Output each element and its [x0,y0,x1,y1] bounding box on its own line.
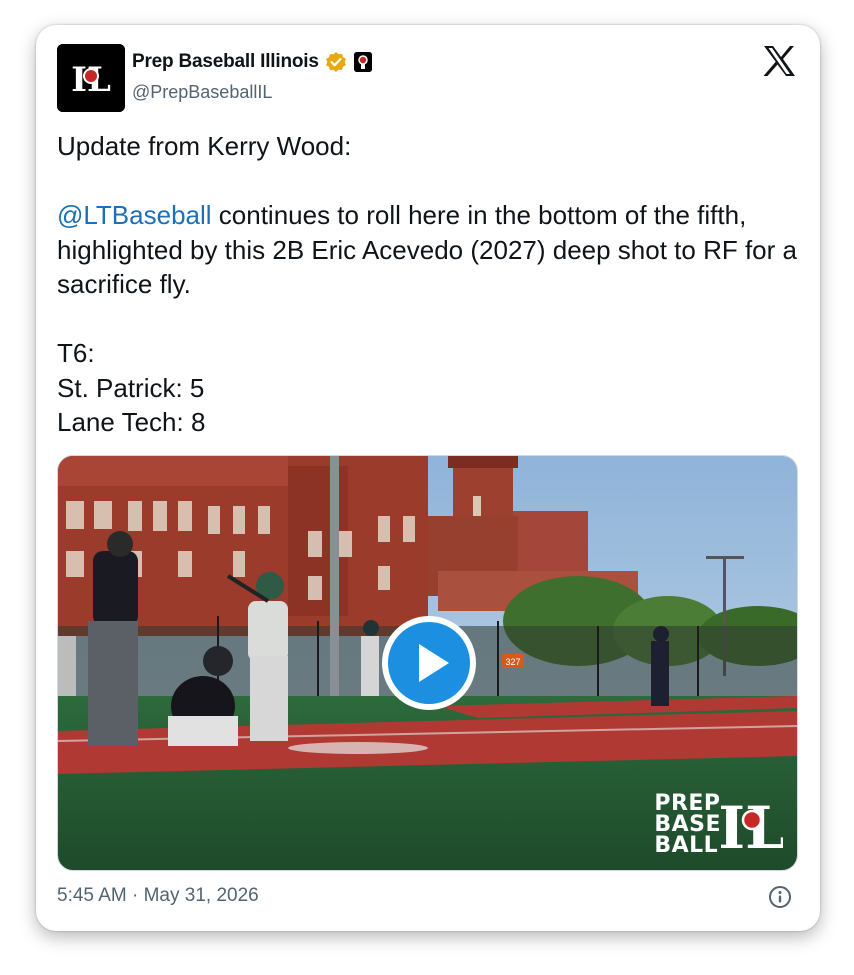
info-icon[interactable] [768,885,792,909]
field-sign: 327 [505,657,520,667]
mention-link[interactable]: @LTBaseball [57,200,212,230]
x-logo-icon[interactable] [762,45,796,77]
tweet-intro: Update from Kerry Wood: [57,131,352,161]
play-icon [388,622,470,704]
tweet-card: IL Prep Baseball Illinois @PrepBaseballI… [36,25,820,931]
account-handle[interactable]: @PrepBaseballIL [132,82,272,103]
tweet-timestamp[interactable]: 5:45 AM · May 31, 2026 [57,885,259,907]
video-player[interactable]: 327 PREP BASE BALL IL [57,455,798,871]
score-line: T6: [57,338,95,368]
avatar[interactable]: IL [57,44,125,112]
name-row: Prep Baseball Illinois [132,49,372,75]
tweet-text: Update from Kerry Wood: @LTBaseball cont… [57,129,797,440]
watermark-line: BASE [654,811,721,837]
watermark-logo-icon: IL [721,794,783,856]
avatar-logo: IL [57,44,125,112]
video-watermark: PREP BASE BALL IL [654,792,783,856]
verified-badge-icon [325,51,347,73]
score-line: Lane Tech: 8 [57,407,206,437]
watermark-line: BALL [654,832,719,858]
watermark-line: PREP [654,790,721,816]
play-button[interactable] [382,616,476,710]
score-line: St. Patrick: 5 [57,372,205,403]
affiliate-badge-icon[interactable] [353,52,372,72]
display-name[interactable]: Prep Baseball Illinois [132,51,319,73]
